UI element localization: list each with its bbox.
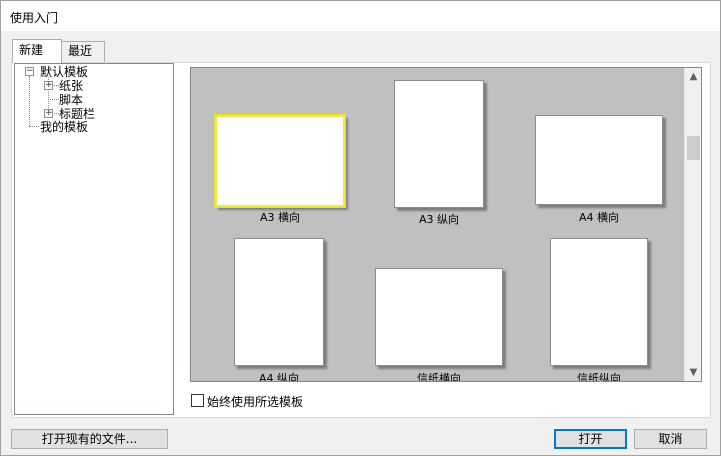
template-caption: 信纸横向 bbox=[417, 372, 461, 382]
expand-icon[interactable]: + bbox=[44, 109, 53, 118]
template-a4-portrait[interactable] bbox=[234, 238, 324, 366]
tree-node-script[interactable]: 脚本 bbox=[59, 93, 83, 107]
always-use-template-label: 始终使用所选模板 bbox=[207, 395, 304, 409]
title-bar: 使用入门 bbox=[1, 1, 720, 31]
scroll-up-icon[interactable]: ▲ bbox=[685, 68, 702, 85]
template-caption: 信纸纵向 bbox=[577, 372, 621, 382]
tree-node-paper[interactable]: 纸张 bbox=[59, 79, 83, 93]
template-letter-portrait[interactable] bbox=[550, 238, 648, 366]
template-caption: A3 横向 bbox=[259, 211, 301, 224]
template-caption: A3 纵向 bbox=[418, 213, 460, 226]
tree-node-title-block[interactable]: 标题栏 bbox=[59, 107, 95, 121]
collapse-icon[interactable]: − bbox=[25, 67, 34, 76]
scroll-down-icon[interactable]: ▼ bbox=[685, 364, 702, 381]
open-button[interactable]: 打开 bbox=[554, 429, 627, 449]
template-a3-portrait[interactable] bbox=[394, 80, 484, 208]
open-existing-file-button[interactable]: 打开现有的文件... bbox=[11, 429, 168, 449]
tab-recent[interactable]: 最近 bbox=[61, 41, 105, 62]
always-use-template-checkbox[interactable] bbox=[191, 394, 204, 407]
cancel-button[interactable]: 取消 bbox=[634, 429, 707, 449]
template-caption: A4 纵向 bbox=[258, 372, 300, 382]
expand-icon[interactable]: + bbox=[44, 81, 53, 90]
tab-new[interactable]: 新建 bbox=[12, 39, 62, 63]
template-caption: A4 横向 bbox=[578, 211, 620, 224]
template-gallery[interactable]: A3 横向 A3 纵向 A4 横向 A4 纵向 信纸横向 信纸纵向 bbox=[190, 67, 702, 382]
tree-node-default-templates[interactable]: 默认模板 bbox=[40, 65, 88, 79]
tab-recent-label: 最近 bbox=[68, 44, 93, 58]
window-title: 使用入门 bbox=[10, 11, 59, 25]
tree-line bbox=[29, 76, 30, 126]
tree-line bbox=[29, 126, 39, 127]
template-tree[interactable]: − 默认模板 + 纸张 脚本 + 标题栏 我的模板 bbox=[14, 63, 174, 415]
scrollbar-thumb[interactable] bbox=[687, 136, 700, 160]
tree-line bbox=[48, 99, 59, 100]
tree-line bbox=[52, 113, 59, 114]
getting-started-dialog: 使用入门 新建 最近 − 默认模板 + 纸张 脚本 + 标题栏 我的模板 A3 … bbox=[0, 0, 721, 456]
template-a4-landscape[interactable] bbox=[535, 115, 663, 205]
template-a3-landscape[interactable] bbox=[215, 115, 345, 207]
gallery-scrollbar[interactable]: ▲ ▼ bbox=[684, 68, 701, 381]
tree-line bbox=[52, 85, 59, 86]
template-letter-landscape[interactable] bbox=[375, 268, 503, 366]
tree-node-my-templates[interactable]: 我的模板 bbox=[40, 120, 88, 134]
tab-new-label: 新建 bbox=[19, 43, 44, 57]
